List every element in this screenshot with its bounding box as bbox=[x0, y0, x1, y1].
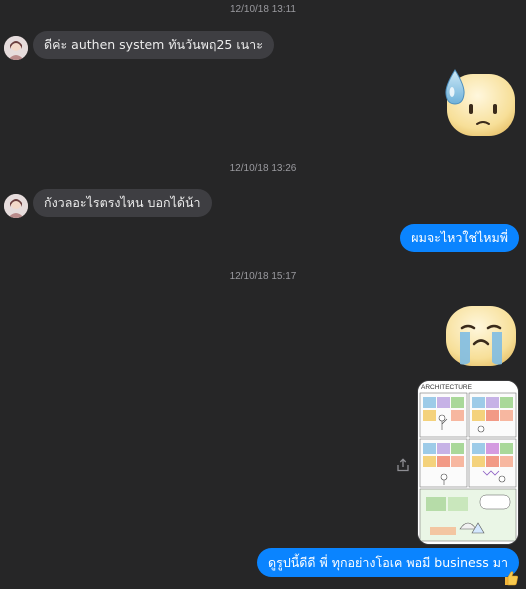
thumbs-up-icon[interactable] bbox=[503, 570, 519, 589]
comic-image[interactable]: ARCHITECTURE bbox=[417, 380, 519, 545]
contact-avatar[interactable] bbox=[4, 36, 28, 60]
timestamp: 12/10/18 13:11 bbox=[230, 4, 296, 15]
sweat-face-emoji[interactable] bbox=[443, 68, 517, 142]
outgoing-message[interactable]: ดูรูปนี้ดีดี พี่ ทุกอย่างโอเค พอมี busin… bbox=[257, 548, 519, 577]
crying-face-emoji[interactable] bbox=[444, 304, 518, 372]
timestamp: 12/10/18 13:26 bbox=[229, 163, 297, 174]
incoming-message[interactable]: ดีค่ะ authen system ทันวันพฤ25 เนาะ bbox=[33, 31, 274, 59]
chat-view[interactable]: 12/10/18 13:11 ดีค่ะ authen system ทันวั… bbox=[0, 0, 526, 589]
comic-title: ARCHITECTURE bbox=[421, 384, 473, 391]
incoming-message[interactable]: กังวลอะไรตรงไหน บอกได้น้า bbox=[33, 189, 212, 217]
contact-avatar[interactable] bbox=[4, 194, 28, 218]
timestamp: 12/10/18 15:17 bbox=[229, 271, 297, 282]
outgoing-message[interactable]: ผมจะไหวใช่ไหมพี่ bbox=[400, 224, 519, 252]
share-icon[interactable] bbox=[396, 457, 410, 472]
